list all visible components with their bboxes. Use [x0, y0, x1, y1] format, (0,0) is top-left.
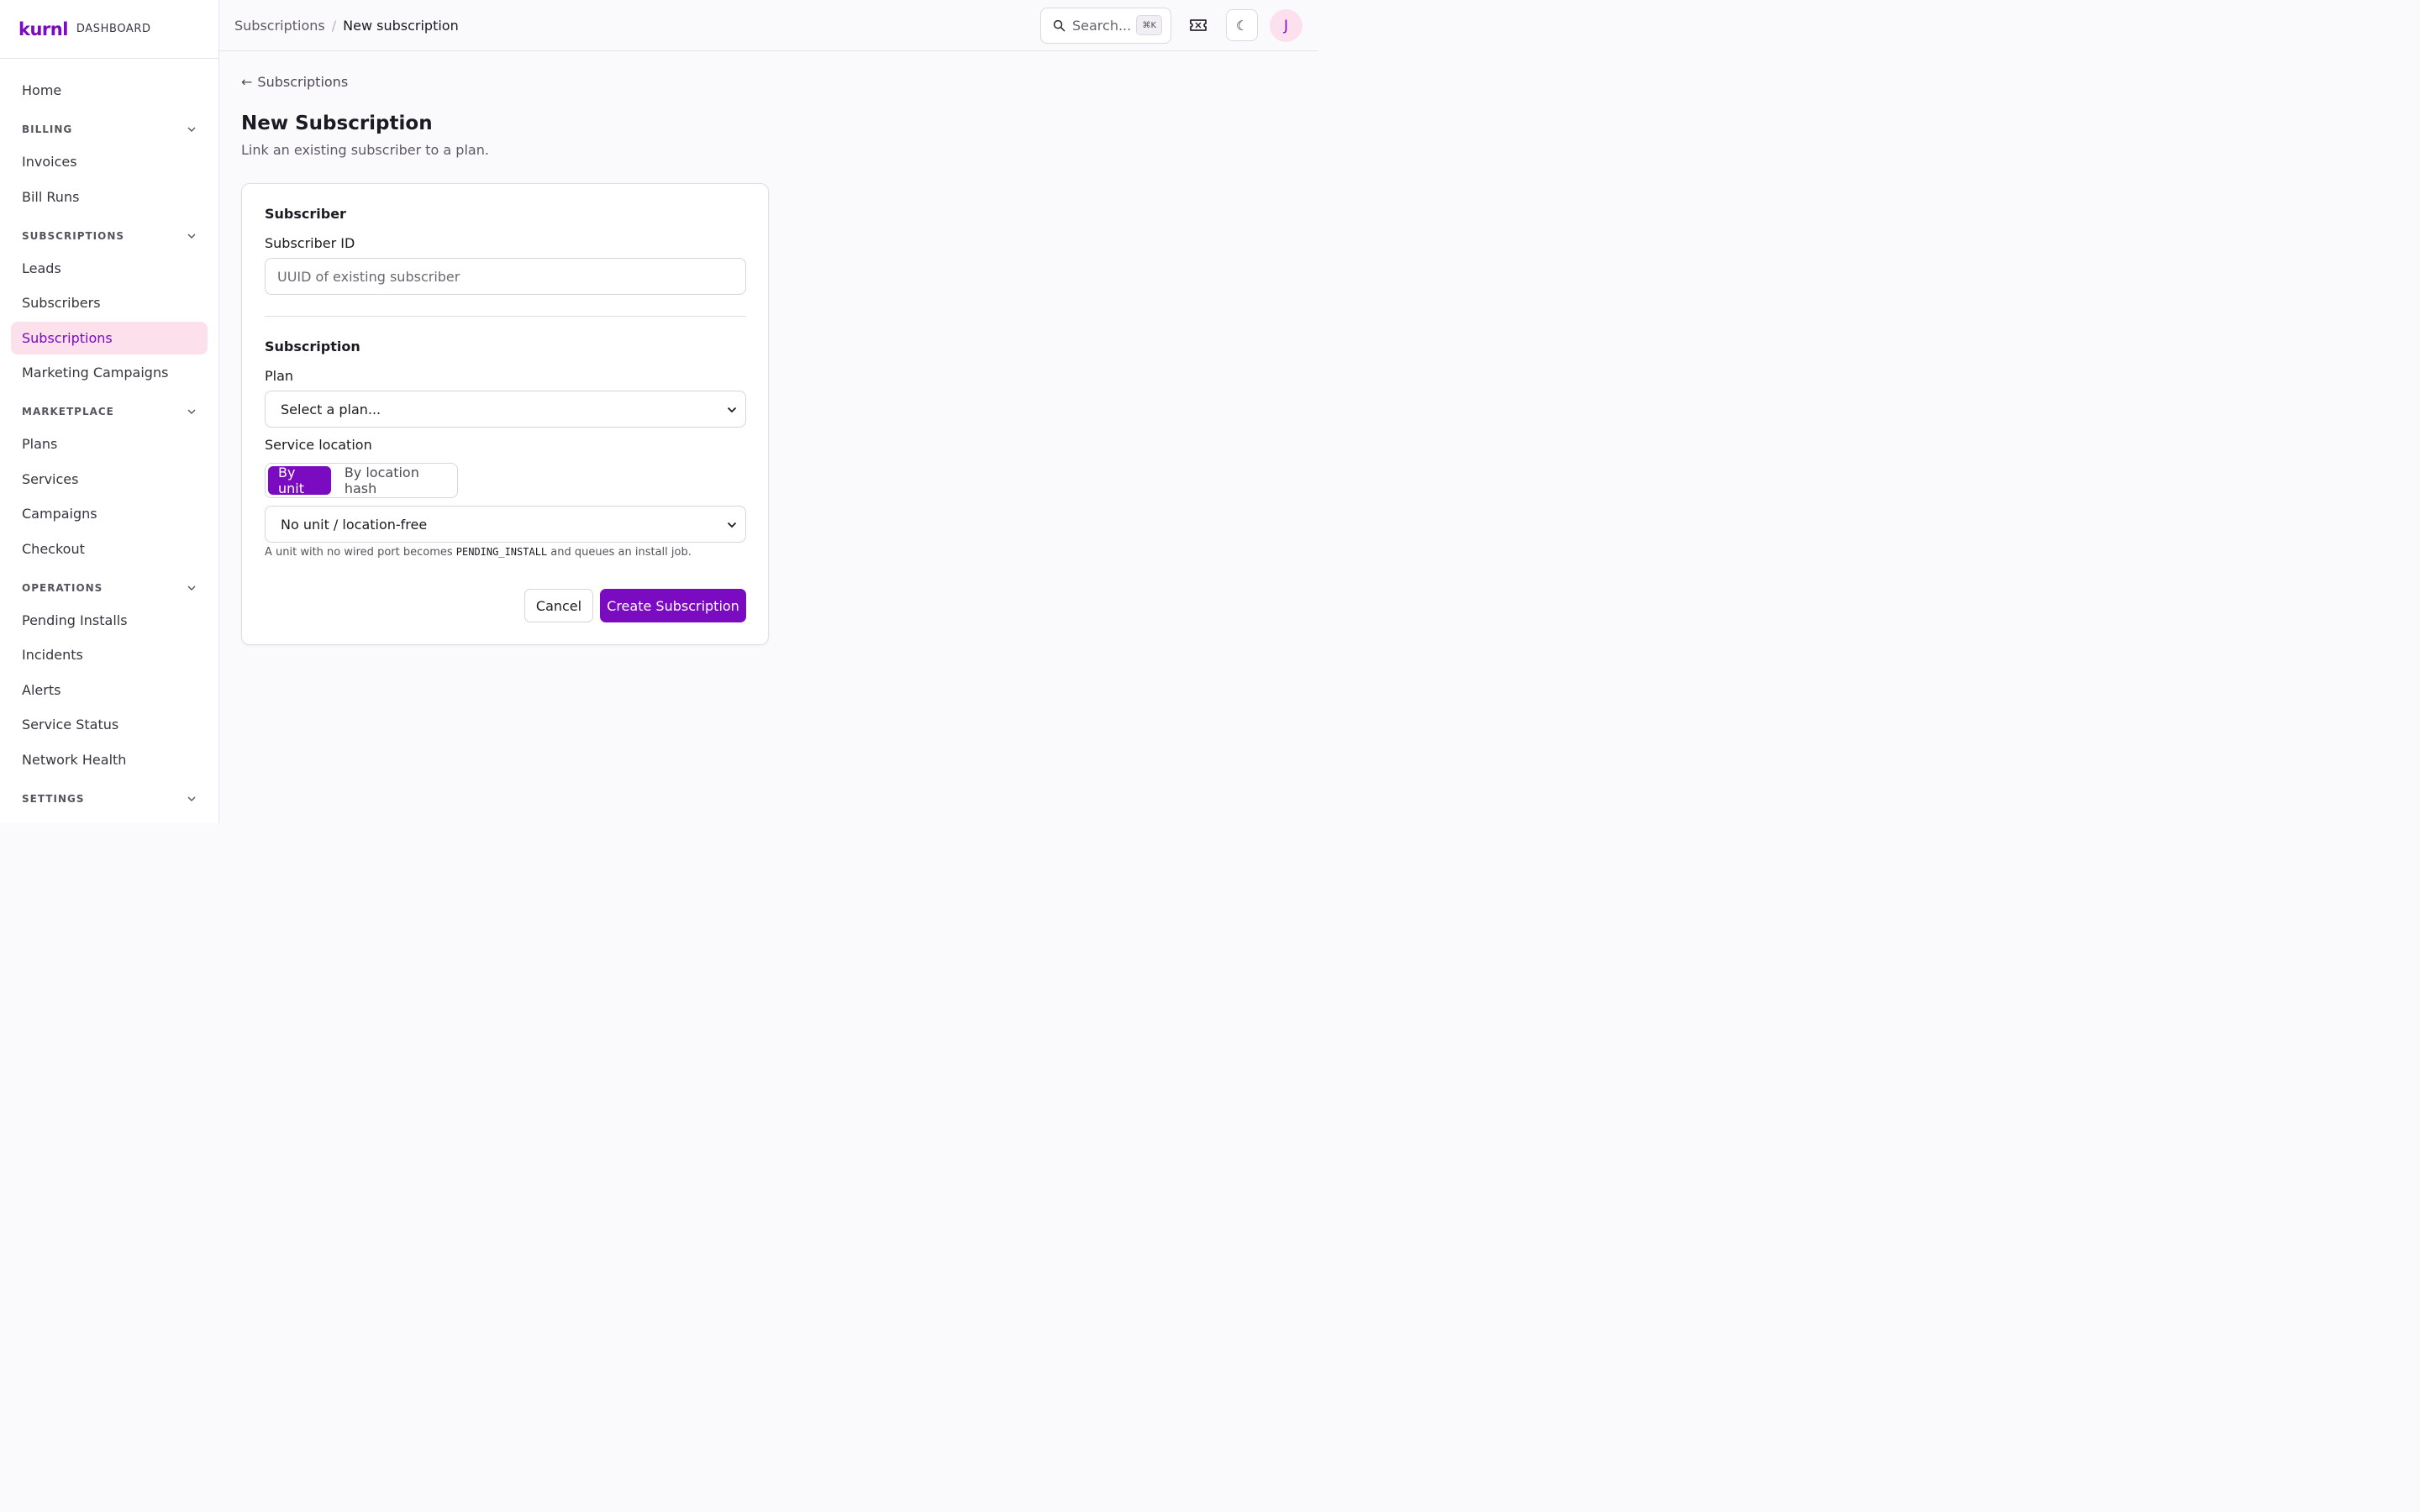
ticket-button[interactable] [1182, 9, 1214, 41]
chevron-down-icon [187, 234, 196, 239]
sidebar-item-label: Services [22, 470, 79, 487]
help-suffix: and queues an install job. [550, 546, 692, 559]
help-prefix: A unit with no wired port becomes [265, 546, 453, 559]
create-subscription-button[interactable]: Create Subscription [600, 589, 746, 622]
sidebar-section-label: MARKETPLACE [22, 406, 114, 417]
location-mode-by-unit[interactable]: By unit [268, 465, 331, 496]
sidebar-item-services[interactable]: Services [11, 463, 208, 496]
sidebar-item-service-status[interactable]: Service Status [11, 708, 208, 741]
sidebar: kurnl DASHBOARD Home BILLING Invoices Bi… [0, 0, 219, 823]
sidebar-item-label: Leads [22, 260, 61, 276]
avatar[interactable]: J [1270, 9, 1302, 42]
sidebar-nav: Home BILLING Invoices Bill Runs SUBSCRIP… [0, 59, 218, 811]
sidebar-section-label: BILLING [22, 123, 73, 135]
sidebar-item-label: Pending Installs [22, 612, 128, 628]
sidebar-item-label: Campaigns [22, 506, 97, 522]
search-input[interactable]: Search... ⌘K [1040, 8, 1171, 44]
help-code: PENDING_INSTALL [455, 546, 548, 558]
sidebar-item-checkout[interactable]: Checkout [11, 533, 208, 565]
back-link-label: Subscriptions [257, 73, 349, 90]
sidebar-item-invoices[interactable]: Invoices [11, 145, 208, 178]
breadcrumb: Subscriptions / New subscription [234, 0, 459, 50]
sidebar-item-network-health[interactable]: Network Health [11, 743, 208, 776]
subscriber-id-field[interactable]: UUID of existing subscriber [265, 258, 746, 295]
sidebar-item-label: Incidents [22, 647, 83, 663]
location-mode-toggle: By unit By location hash [265, 463, 458, 498]
sidebar-item-pending-installs[interactable]: Pending Installs [11, 604, 208, 637]
brand-logo: kurnl [18, 18, 68, 39]
sidebar-item-label: Home [22, 82, 62, 98]
sidebar-item-bill-runs[interactable]: Bill Runs [11, 181, 208, 213]
sidebar-item-label: Alerts [22, 681, 61, 698]
sidebar-item-subscriptions[interactable]: Subscriptions [11, 321, 208, 354]
chevron-down-icon [187, 585, 196, 591]
plan-select[interactable]: Select a plan... [265, 391, 746, 428]
subscriber-id-placeholder: UUID of existing subscriber [277, 268, 460, 285]
sidebar-item-label: Service Status [22, 717, 119, 732]
sidebar-item-label: Network Health [22, 751, 127, 768]
plan-select-value: Select a plan... [281, 401, 381, 417]
sidebar-item-plans[interactable]: Plans [11, 428, 208, 460]
section-divider [265, 316, 746, 317]
subscriber-section-title: Subscriber [265, 206, 346, 222]
location-mode-by-hash[interactable]: By location hash [334, 465, 455, 496]
chevron-down-icon [727, 407, 737, 413]
sidebar-item-label: Checkout [22, 540, 85, 557]
search-shortcut: ⌘K [1136, 15, 1162, 35]
sidebar-item-incidents[interactable]: Incidents [11, 638, 208, 671]
search-placeholder: Search... [1072, 18, 1132, 34]
topbar: Subscriptions / New subscription Search.… [219, 0, 1318, 51]
chevron-down-icon [187, 796, 196, 801]
sidebar-item-campaigns[interactable]: Campaigns [11, 497, 208, 530]
unit-help-text: A unit with no wired port becomes PENDIN… [265, 546, 692, 559]
sidebar-item-home[interactable]: Home [11, 74, 208, 107]
sidebar-section-label: SETTINGS [22, 792, 85, 805]
page-title: New Subscription [241, 113, 433, 134]
sidebar-section-billing[interactable]: BILLING [22, 117, 197, 142]
sidebar-item-alerts[interactable]: Alerts [11, 674, 208, 706]
sidebar-item-marketing-campaigns[interactable]: Marketing Campaigns [11, 356, 208, 389]
brand-tag: DASHBOARD [76, 23, 151, 35]
chevron-down-icon [187, 409, 196, 414]
ticket-icon [1190, 19, 1207, 31]
sidebar-item-leads[interactable]: Leads [11, 252, 208, 285]
chevron-down-icon [187, 127, 196, 132]
breadcrumb-parent[interactable]: Subscriptions [234, 18, 325, 34]
service-location-label: Service location [265, 437, 372, 453]
subscription-form-card: Subscriber Subscriber ID UUID of existin… [241, 183, 769, 645]
sidebar-item-label: Plans [22, 436, 58, 452]
sidebar-section-operations[interactable]: OPERATIONS [22, 575, 197, 601]
unit-select-value: No unit / location-free [281, 516, 428, 533]
plan-label: Plan [265, 368, 294, 384]
page-subtitle: Link an existing subscriber to a plan. [241, 142, 489, 158]
breadcrumb-current: New subscription [343, 17, 459, 34]
back-link[interactable]: ← Subscriptions [241, 72, 348, 91]
sidebar-section-marketplace[interactable]: MARKETPLACE [22, 399, 197, 424]
moon-icon: ☾ [1235, 17, 1249, 34]
sidebar-item-subscribers[interactable]: Subscribers [11, 286, 208, 319]
chevron-down-icon [727, 522, 737, 528]
sidebar-item-label: Invoices [22, 154, 77, 170]
breadcrumb-separator: / [331, 17, 337, 34]
subscription-section-title: Subscription [265, 339, 360, 354]
app-root: kurnl DASHBOARD Home BILLING Invoices Bi… [0, 0, 1318, 823]
brand[interactable]: kurnl DASHBOARD [0, 0, 218, 59]
sidebar-item-label: Subscriptions [22, 329, 113, 346]
sidebar-section-label: OPERATIONS [22, 581, 103, 594]
sidebar-section-settings[interactable]: SETTINGS [22, 786, 197, 811]
sidebar-item-label: Bill Runs [22, 188, 80, 205]
search-icon [1053, 19, 1065, 32]
sidebar-item-label: Subscribers [22, 295, 101, 311]
sidebar-section-label: SUBSCRIPTIONS [22, 229, 125, 242]
cancel-button[interactable]: Cancel [524, 589, 593, 622]
arrow-left-icon: ← [241, 73, 253, 90]
theme-toggle-button[interactable]: ☾ [1226, 9, 1258, 41]
sidebar-section-subscriptions[interactable]: SUBSCRIPTIONS [22, 223, 197, 249]
sidebar-item-label: Marketing Campaigns [22, 365, 169, 381]
subscriber-id-label: Subscriber ID [265, 235, 355, 251]
avatar-initial: J [1283, 17, 1288, 34]
unit-select[interactable]: No unit / location-free [265, 506, 746, 543]
